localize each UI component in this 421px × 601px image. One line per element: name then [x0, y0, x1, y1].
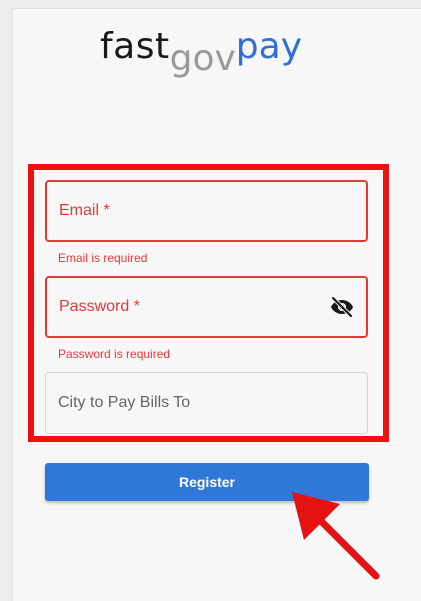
logo-text-gov: gov — [169, 38, 236, 79]
email-helper-text: Email is required — [58, 251, 148, 265]
password-field-label: Password * — [59, 298, 140, 315]
email-field-label: Email * — [59, 202, 110, 219]
fastgovpay-logo: fastgovpay — [100, 26, 302, 86]
email-field[interactable]: Email * — [45, 180, 368, 242]
password-field[interactable]: Password * — [45, 276, 368, 338]
password-helper-text: Password is required — [58, 347, 171, 361]
city-field[interactable]: City to Pay Bills To — [45, 372, 368, 434]
eye-off-icon[interactable] — [330, 295, 354, 319]
logo-text-pay: pay — [235, 26, 303, 67]
city-field-label: City to Pay Bills To — [58, 394, 191, 411]
annotation-arrow-icon — [292, 492, 380, 580]
logo-text-fast: fast — [100, 26, 170, 67]
